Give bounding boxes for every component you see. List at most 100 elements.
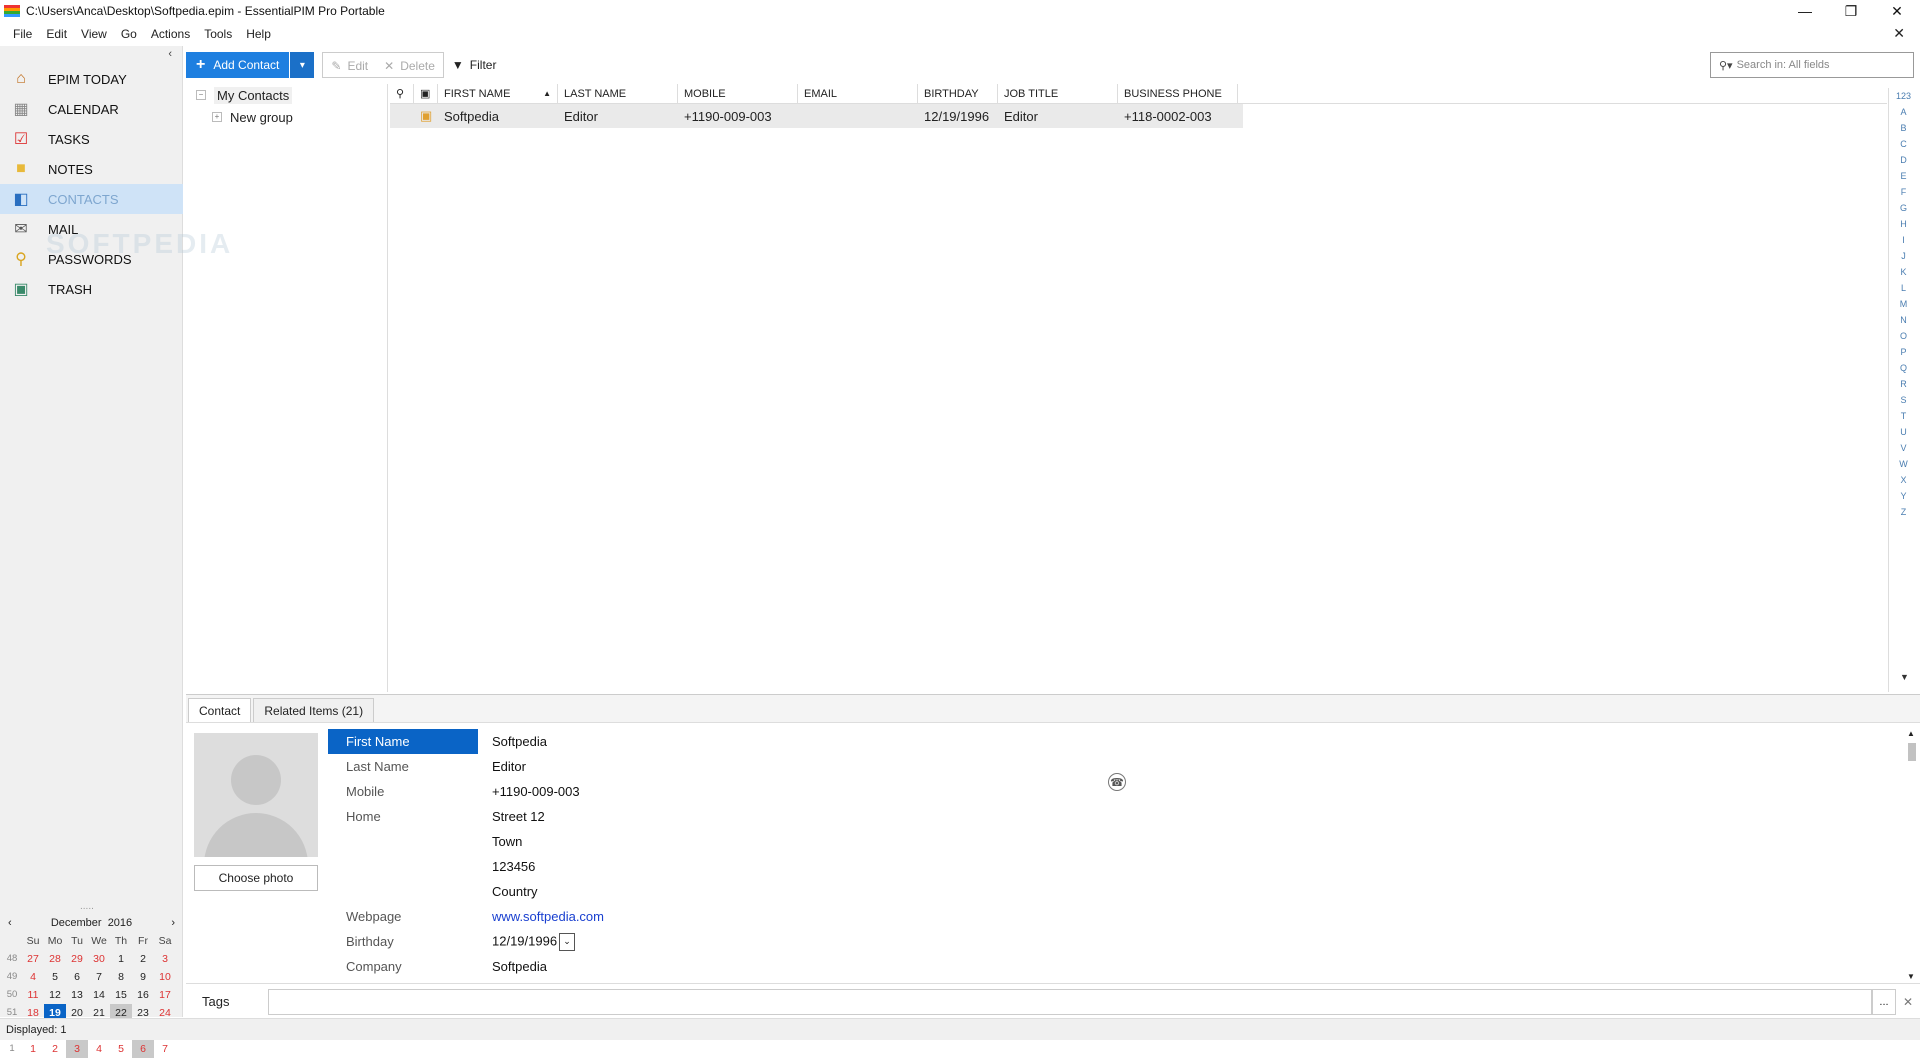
lock-column-icon[interactable]: ▣	[414, 83, 438, 104]
detail-scrollbar[interactable]: ▲ ▼	[1904, 729, 1920, 981]
alpha-index-letter[interactable]: L	[1889, 280, 1918, 296]
alpha-index-letter[interactable]: H	[1889, 216, 1918, 232]
field-row[interactable]: Webpage www.softpedia.com	[328, 904, 1878, 929]
table-row[interactable]: ▣ Softpedia Editor +1190-009-003 12/19/1…	[390, 104, 1243, 128]
alpha-index-letter[interactable]: O	[1889, 328, 1918, 344]
column-business-phone[interactable]: BUSINESS PHONE	[1118, 83, 1238, 104]
sidebar-item-tasks[interactable]: ☑ TASKS	[0, 124, 183, 154]
attachment-column-icon[interactable]: ⚲	[390, 83, 414, 104]
alpha-index-letter[interactable]: Z	[1889, 504, 1918, 520]
calendar-day[interactable]: 11	[22, 986, 44, 1004]
calendar-day[interactable]: 7	[88, 968, 110, 986]
scroll-down-icon[interactable]: ▼	[1907, 972, 1915, 981]
calendar-day[interactable]: 27	[22, 950, 44, 968]
field-row[interactable]: Mobile +1190-009-003	[328, 779, 1878, 804]
calendar-day[interactable]: 13	[66, 986, 88, 1004]
column-mobile[interactable]: MOBILE	[678, 83, 798, 104]
field-row[interactable]: Country	[328, 879, 1878, 904]
column-job-title[interactable]: JOB TITLE	[998, 83, 1118, 104]
contact-photo[interactable]	[194, 733, 318, 857]
restore-button[interactable]: ❐	[1828, 0, 1874, 22]
calendar-day[interactable]: 28	[44, 950, 66, 968]
alpha-index-letter[interactable]: T	[1889, 408, 1918, 424]
tab-related-items[interactable]: Related Items (21)	[253, 698, 375, 722]
column-birthday[interactable]: BIRTHDAY	[918, 83, 998, 104]
calendar-day[interactable]: 16	[132, 986, 154, 1004]
minimize-button[interactable]: —	[1782, 0, 1828, 22]
alpha-index-letter[interactable]: F	[1889, 184, 1918, 200]
field-row[interactable]: First Name Softpedia	[328, 729, 1878, 754]
calendar-day[interactable]: 6	[66, 968, 88, 986]
alpha-index-letter[interactable]: P	[1889, 344, 1918, 360]
sidebar-item-trash[interactable]: ▣ TRASH	[0, 274, 183, 304]
splitter-grip[interactable]: .....	[80, 901, 94, 912]
calendar-day[interactable]: 3	[66, 1040, 88, 1058]
alpha-index-letter[interactable]: E	[1889, 168, 1918, 184]
tab-contact[interactable]: Contact	[188, 698, 252, 722]
alpha-index-letter[interactable]: I	[1889, 232, 1918, 248]
calendar-day[interactable]: 10	[154, 968, 176, 986]
calendar-day[interactable]: 7	[154, 1040, 176, 1058]
date-picker-icon[interactable]: ⌄	[559, 932, 576, 951]
alpha-index-letter[interactable]: 123	[1889, 88, 1918, 104]
sidebar-item-calendar[interactable]: ▦ CALENDAR	[0, 94, 183, 124]
field-row[interactable]: Last Name Editor	[328, 754, 1878, 779]
calendar-day[interactable]: 29	[66, 950, 88, 968]
tree-item-new-group[interactable]: + New group	[188, 106, 387, 128]
webpage-link[interactable]: www.softpedia.com	[478, 909, 604, 924]
alpha-index-letter[interactable]: S	[1889, 392, 1918, 408]
clear-tags-icon[interactable]: ✕	[1896, 995, 1920, 1009]
alpha-index-letter[interactable]: V	[1889, 440, 1918, 456]
close-document-icon[interactable]: ✕	[1886, 25, 1912, 42]
field-row[interactable]: Birthday 12/19/1996 ⌄	[328, 929, 1878, 954]
menu-tools[interactable]: Tools	[197, 27, 239, 41]
expand-icon[interactable]: +	[212, 112, 222, 122]
sidebar-item-notes[interactable]: ■ NOTES	[0, 154, 183, 184]
alpha-index-letter[interactable]: Y	[1889, 488, 1918, 504]
column-email[interactable]: EMAIL	[798, 83, 918, 104]
calendar-day[interactable]: 4	[22, 968, 44, 986]
alpha-index-letter[interactable]: G	[1889, 200, 1918, 216]
alpha-index-letter[interactable]: A	[1889, 104, 1918, 120]
menu-help[interactable]: Help	[239, 27, 278, 41]
calendar-day[interactable]: 12	[44, 986, 66, 1004]
alpha-index-letter[interactable]: N	[1889, 312, 1918, 328]
scroll-up-icon[interactable]: ▲	[1907, 729, 1915, 738]
alpha-index-letter[interactable]: Q	[1889, 360, 1918, 376]
tree-item-my-contacts[interactable]: − My Contacts	[188, 84, 387, 106]
delete-button[interactable]: ✕ Delete	[376, 53, 443, 79]
calendar-day[interactable]: 2	[132, 950, 154, 968]
field-row[interactable]: Home Street 12	[328, 804, 1878, 829]
calendar-day[interactable]: 1	[110, 950, 132, 968]
menu-edit[interactable]: Edit	[39, 27, 74, 41]
menu-actions[interactable]: Actions	[144, 27, 197, 41]
calendar-day[interactable]: 5	[44, 968, 66, 986]
alpha-index-letter[interactable]: U	[1889, 424, 1918, 440]
add-contact-button[interactable]: + Add Contact	[186, 52, 290, 78]
calendar-day[interactable]: 9	[132, 968, 154, 986]
tags-browse-button[interactable]: ...	[1872, 988, 1896, 1015]
column-last-name[interactable]: LAST NAME	[558, 83, 678, 104]
alpha-index-letter[interactable]: R	[1889, 376, 1918, 392]
alpha-index-letter[interactable]: C	[1889, 136, 1918, 152]
sidebar-item-epim-today[interactable]: ⌂ EPIM TODAY	[0, 64, 183, 94]
alpha-index-letter[interactable]: B	[1889, 120, 1918, 136]
alpha-index-letter[interactable]: J	[1889, 248, 1918, 264]
field-row[interactable]: Town	[328, 829, 1878, 854]
calendar-day[interactable]: 17	[154, 986, 176, 1004]
calendar-day[interactable]: 3	[154, 950, 176, 968]
edit-button[interactable]: ✎ Edit	[323, 53, 376, 79]
calendar-day[interactable]: 30	[88, 950, 110, 968]
calendar-day[interactable]: 6	[132, 1040, 154, 1058]
tags-input[interactable]	[268, 988, 1872, 1015]
search-input[interactable]: ⚲▾ Search in: All fields	[1710, 52, 1914, 78]
alpha-index-letter[interactable]: W	[1889, 456, 1918, 472]
alpha-index-letter[interactable]: X	[1889, 472, 1918, 488]
prev-month-icon[interactable]: ‹	[8, 917, 12, 929]
calendar-day[interactable]: 8	[110, 968, 132, 986]
close-window-button[interactable]: ✕	[1874, 0, 1920, 22]
calendar-day[interactable]: 1	[22, 1040, 44, 1058]
sidebar-item-contacts[interactable]: ◧ CONTACTS	[0, 184, 183, 214]
choose-photo-button[interactable]: Choose photo	[194, 865, 318, 891]
menu-go[interactable]: Go	[114, 27, 144, 41]
